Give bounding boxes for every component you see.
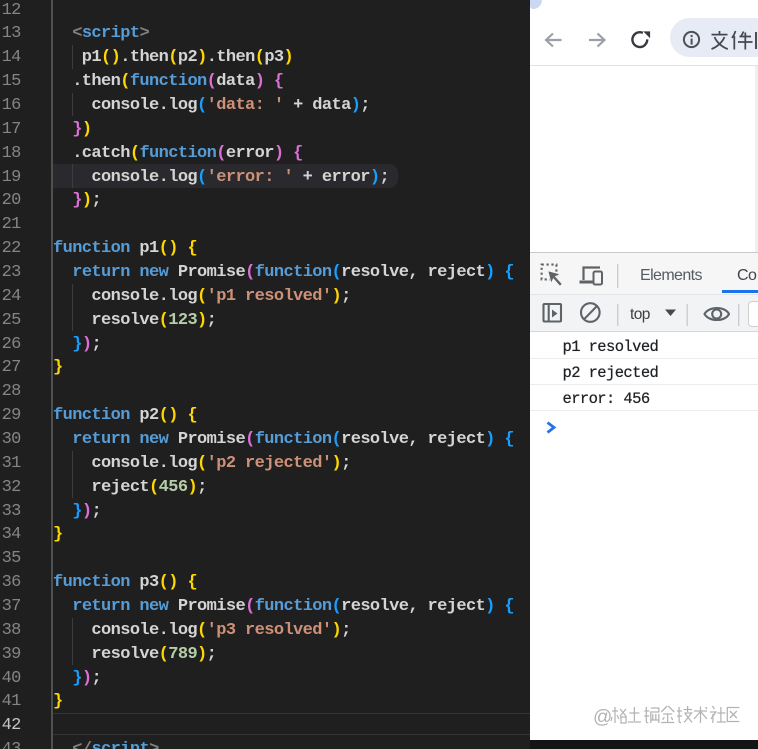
svg-text:@: @ (593, 707, 612, 728)
